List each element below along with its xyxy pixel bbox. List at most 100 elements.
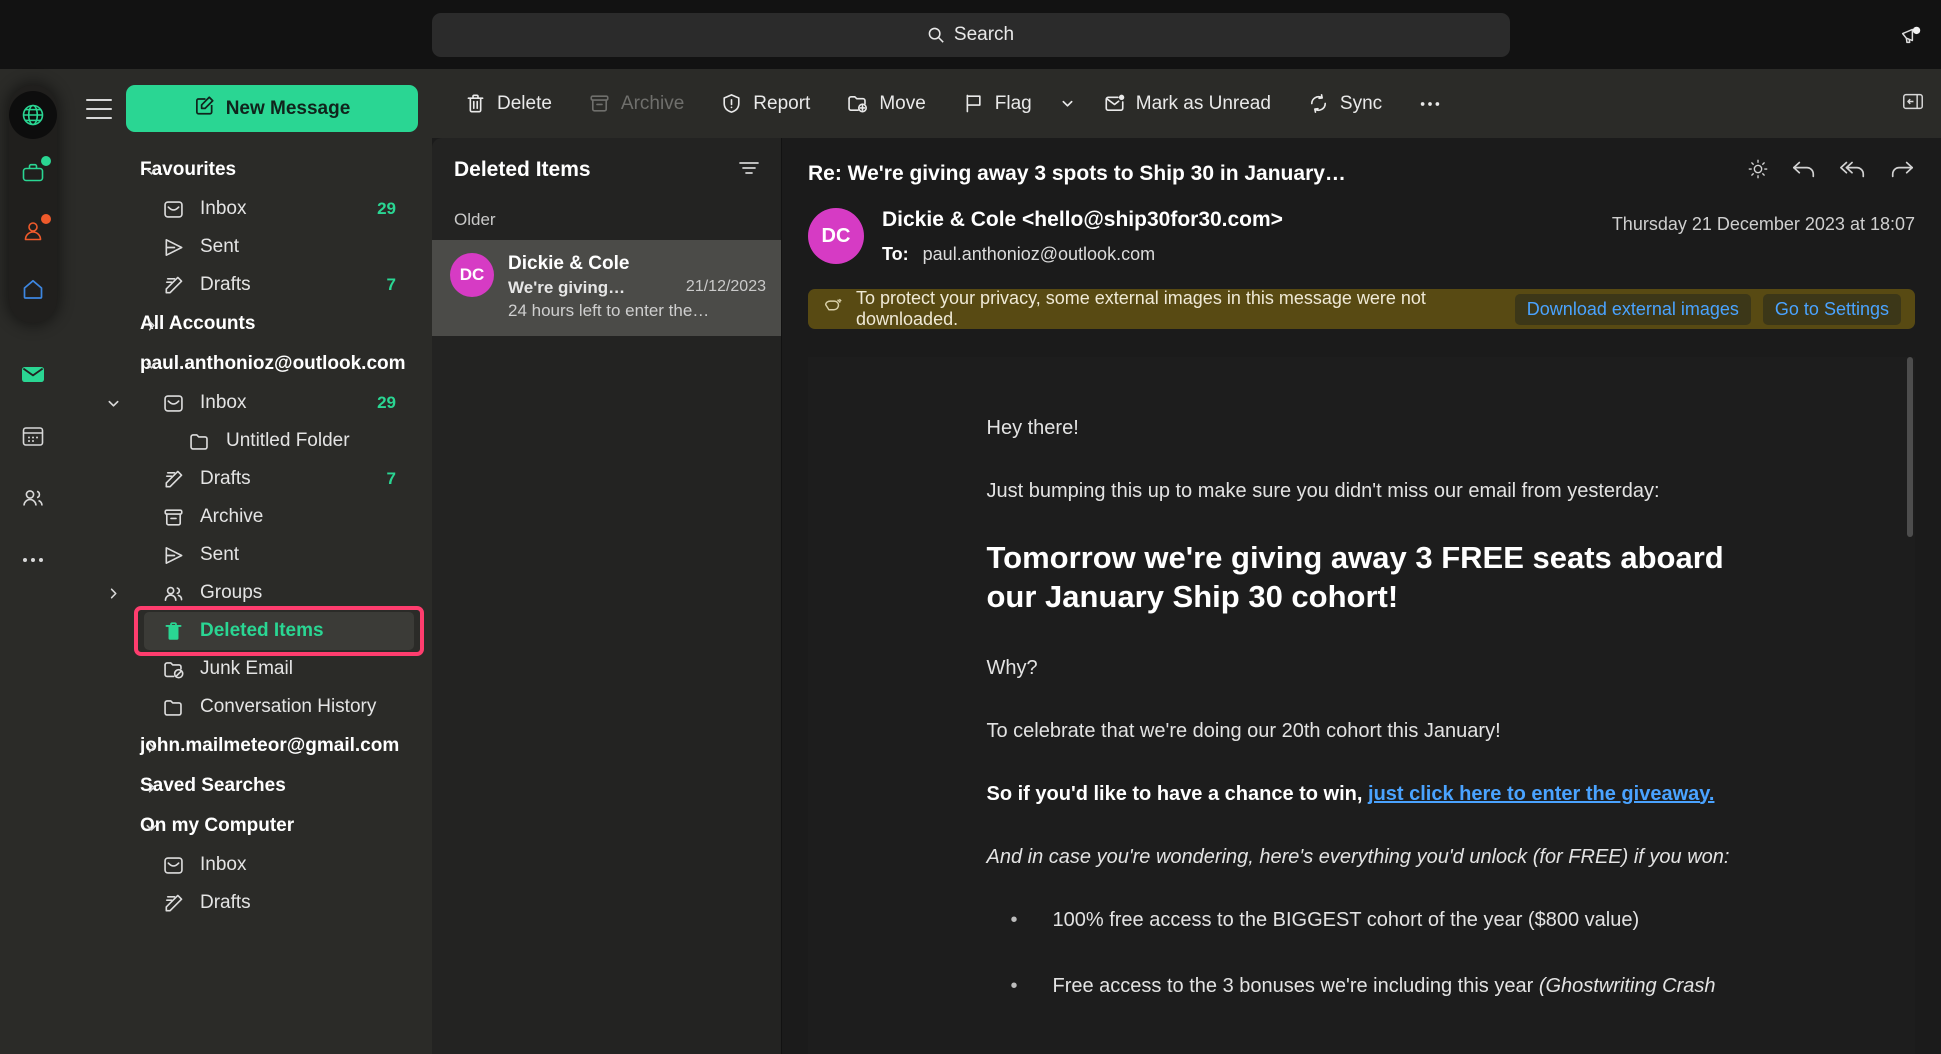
flag-dropdown-button[interactable] [1054,88,1081,119]
giveaway-link[interactable]: just click here to enter the giveaway. [1368,783,1714,805]
brightness-icon[interactable] [1747,158,1769,185]
junk-icon [162,658,186,681]
toolbar-button-label: Mark as Unread [1135,92,1271,114]
filter-icon[interactable] [738,159,760,182]
sidebar-item-junk-email[interactable]: Junk Email [144,650,414,688]
body-bullet-list: 100% free access to the BIGGEST cohort o… [987,905,1737,1001]
sidebar-item-inbox[interactable]: Inbox 29 [107,384,414,422]
compose-icon [194,95,215,122]
sidebar-group-favourites[interactable]: Favourites [66,150,432,190]
message-sender: Dickie & Cole [508,253,630,274]
flag-button[interactable]: Flag [948,84,1046,123]
sidebar-item-untitled-folder[interactable]: Untitled Folder [170,422,414,460]
privacy-shield-icon [822,297,844,322]
unread-count: 29 [377,199,396,218]
folder-sidebar: New Message Favourites Inbox 29 Sent Drafts 7… [66,69,432,1054]
recipient-row: To: paul.anthonioz@outlook.com [882,244,1594,265]
list-divider [781,138,782,1054]
toolbar-button-label: Delete [497,92,552,114]
email-body: Hey there! Just bumping this up to make … [808,357,1915,1054]
delete-button[interactable]: Delete [450,84,566,123]
message-list-pane: Deleted Items Older DC Dickie & Cole We're … [432,138,782,1054]
sidebar-group-all-accounts[interactable]: All Accounts [66,304,432,344]
rail-item-personal-account[interactable] [9,207,57,255]
sidebar-group-on-my-computer[interactable]: On my Computer [66,806,432,846]
collapse-reading-pane-icon[interactable] [1901,90,1925,117]
sidebar-item-inbox[interactable]: Inbox [144,846,414,884]
sidebar-item-label: Sent [200,236,240,257]
sidebar-item-label: Archive [200,506,264,527]
rail-item-home-account[interactable] [9,265,57,313]
rail-item-mail-module[interactable] [12,353,54,395]
unread-icon [1103,92,1126,115]
personal-account-badge [41,214,51,224]
sidebar-item-sent[interactable]: Sent [144,536,414,574]
megaphone-icon[interactable] [1895,19,1927,51]
account-rail [0,69,66,1054]
title-bar-actions [1895,19,1927,51]
sync-button[interactable]: Sync [1293,84,1396,123]
sidebar-item-label: Inbox [200,392,247,413]
email-subject: Re: We're giving away 3 spots to Ship 30… [808,162,1346,185]
search-icon [927,26,945,44]
sidebar-group-label: john.mailmeteor@gmail.com [140,735,400,756]
archive-button: Archive [574,84,698,123]
report-button[interactable]: Report [706,84,824,123]
search-input[interactable]: Search [431,12,1510,57]
new-message-button[interactable]: New Message [126,85,418,132]
drafts-icon [162,468,186,491]
download-external-images-button[interactable]: Download external images [1514,293,1751,325]
sidebar-item-drafts[interactable]: Drafts 7 [144,460,414,498]
body-greeting: Hey there! [986,417,1079,439]
sidebar-group-john-gmail[interactable]: john.mailmeteor@gmail.com [66,726,432,766]
sidebar-item-sent[interactable]: Sent [144,228,414,266]
sidebar-group-paul-outlook[interactable]: paul.anthonioz@outlook.com [66,344,432,384]
body-scrollbar-thumb[interactable] [1907,357,1913,537]
sidebar-item-inbox[interactable]: Inbox 29 [144,190,414,228]
sidebar-item-archive[interactable]: Archive [144,498,414,536]
sidebar-item-deleted-items[interactable]: Deleted Items [144,612,414,650]
rail-item-globe-account[interactable] [9,91,57,139]
forward-icon[interactable] [1889,158,1915,185]
rail-item-contacts-module[interactable] [12,477,54,519]
chevron-right-icon[interactable] [144,317,158,331]
chevron-right-icon[interactable] [144,739,158,753]
work-account-badge [41,156,51,166]
body-scrollbar[interactable] [1907,357,1913,1054]
rail-item-work-account[interactable] [9,149,57,197]
move-icon [846,92,869,115]
chevron-down-icon[interactable] [144,357,158,371]
avatar: DC [450,253,494,297]
sidebar-item-conversation-history[interactable]: Conversation History [144,688,414,726]
body-why: Why? [986,656,1038,679]
sidebar-item-drafts[interactable]: Drafts 7 [144,266,414,304]
sidebar-group-saved-searches[interactable]: Saved Searches [66,766,432,806]
chevron-right-icon[interactable] [144,779,158,793]
toolbar-button-label: Report [753,92,811,114]
body-intro: Just bumping this up to make sure you di… [986,480,1660,502]
mark-as-unread-button[interactable]: Mark as Unread [1089,84,1285,123]
reading-pane-header: Re: We're giving away 3 spots to Ship 30… [782,138,1941,265]
unread-count: 29 [377,393,396,412]
toolbar-overflow-button[interactable] [1404,91,1456,117]
sidebar-item-drafts[interactable]: Drafts [144,884,414,922]
move-button[interactable]: Move [832,84,939,123]
sidebar-item-groups[interactable]: Groups [110,574,414,612]
reply-icon[interactable] [1791,158,1817,185]
go-to-settings-button[interactable]: Go to Settings [1762,293,1901,325]
message-subject: We're giving… [508,278,626,297]
chevron-down-icon[interactable] [104,396,122,411]
reading-pane: Re: We're giving away 3 spots to Ship 30… [782,138,1941,1054]
sidebar-group-label: Saved Searches [140,775,286,796]
body-headline: Tomorrow we're giving away 3 FREE seats … [986,540,1724,614]
message-toolbar: Delete Archive Report Move Flag Mark as Unrea… [432,69,1941,138]
chevron-right-icon[interactable] [104,586,122,601]
rail-item-more-modules[interactable] [12,539,54,581]
message-list-item[interactable]: DC Dickie & Cole We're giving… 21/12/2023 24… [432,240,782,336]
reply-all-icon[interactable] [1839,158,1867,185]
chevron-down-icon[interactable] [144,163,158,177]
hamburger-icon[interactable] [86,98,112,119]
chevron-down-icon[interactable] [144,819,158,833]
chevron-down-icon [1060,96,1075,111]
rail-item-calendar-module[interactable] [12,415,54,457]
